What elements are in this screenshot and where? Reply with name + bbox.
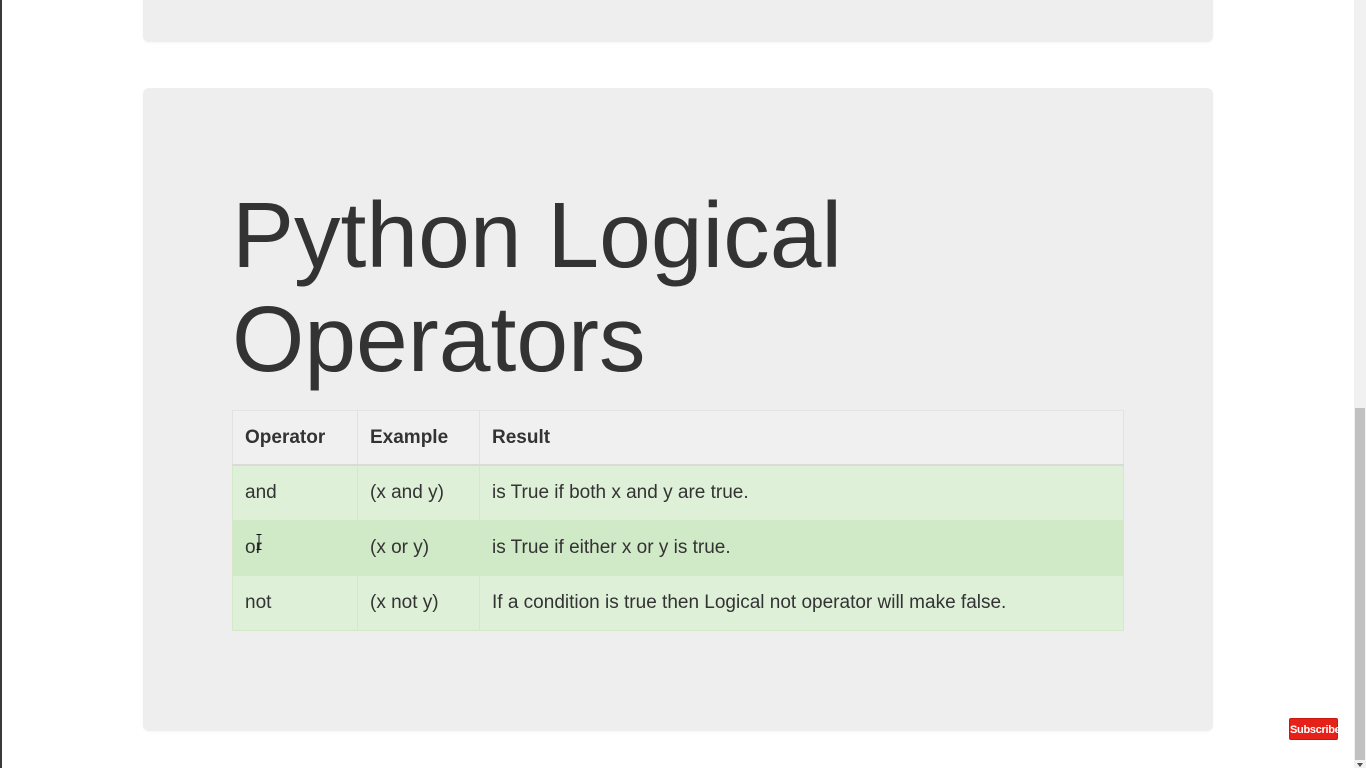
example-cell: (x or y) [357,520,480,576]
operator-cell: not [232,575,358,631]
result-cell: If a condition is true then Logical not … [479,575,1124,631]
table-row: or (x or y) is True if either x or y is … [232,520,1124,576]
column-header-example: Example [357,410,480,466]
subscribe-button[interactable]: Subscribe [1289,718,1341,740]
vertical-scrollbar[interactable] [1354,0,1366,768]
table-row: not (x not y) If a condition is true the… [232,575,1124,631]
scroll-down-arrow-icon[interactable] [1357,763,1363,767]
previous-section-panel [143,0,1213,42]
result-cell: is True if either x or y is true. [479,520,1124,576]
operator-cell: and [232,465,358,521]
column-header-operator: Operator [232,410,358,466]
browser-viewport: Python Logical Operators Operator Exampl… [0,0,1366,768]
window-left-edge [0,0,2,768]
example-cell: (x not y) [357,575,480,631]
scrollbar-thumb[interactable] [1355,408,1365,760]
result-cell: is True if both x and y are true. [479,465,1124,521]
page-title: Python Logical Operators [232,183,843,391]
column-header-result: Result [479,410,1124,466]
example-cell: (x and y) [357,465,480,521]
content-panel: Python Logical Operators Operator Exampl… [143,88,1213,731]
table-row: and (x and y) is True if both x and y ar… [232,465,1124,521]
operator-cell: or [232,520,358,576]
table-header-row: Operator Example Result [232,410,1124,466]
operators-table: Operator Example Result and (x and y) is… [232,410,1124,631]
